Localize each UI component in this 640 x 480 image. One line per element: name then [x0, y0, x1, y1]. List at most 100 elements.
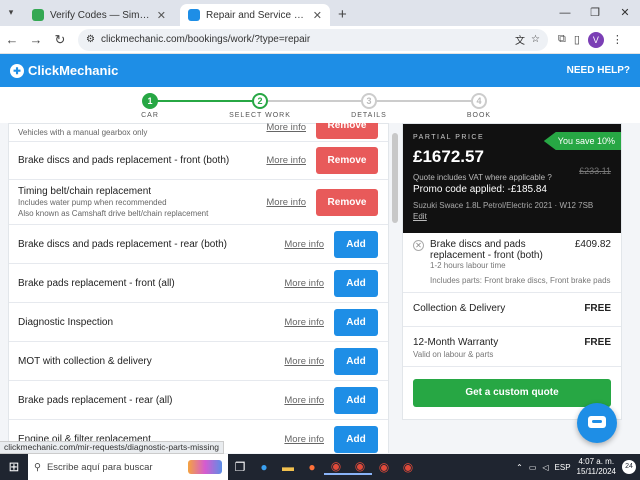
more-info-link[interactable]: More info: [284, 356, 324, 367]
item-title: Brake discs and pads replacement - front…: [430, 239, 543, 261]
translate-icon[interactable]: 文: [515, 32, 525, 47]
partial-price-box: You save 10% PARTIAL PRICE £1672.57 £233…: [403, 124, 621, 233]
windows-start-icon[interactable]: ⊞: [0, 459, 28, 475]
add-button[interactable]: Add: [334, 347, 378, 375]
taskbar-search[interactable]: ⚲ Escribe aquí para buscar: [28, 454, 228, 480]
service-title: Brake discs and pads replacement - front…: [18, 155, 230, 166]
more-info-link[interactable]: More info: [284, 317, 324, 328]
close-window-icon[interactable]: ✕: [610, 0, 640, 26]
menu-icon[interactable]: ⋮: [612, 33, 623, 46]
more-info-link[interactable]: More info: [266, 123, 306, 133]
site-info-icon[interactable]: ⚙: [86, 34, 95, 45]
services-scrollbar[interactable]: [392, 123, 398, 453]
tab-title: Repair and Service Details | Boo: [206, 9, 307, 21]
minimize-icon[interactable]: —: [550, 0, 580, 26]
step-select-work[interactable]: 2 SELECT WORK: [215, 93, 305, 119]
add-button[interactable]: Add: [334, 425, 378, 453]
firefox-icon[interactable]: ●: [300, 460, 324, 474]
file-explorer-icon[interactable]: ▬: [276, 460, 300, 474]
service-title: MOT with collection & delivery: [18, 355, 152, 367]
network-icon[interactable]: ▭: [529, 463, 537, 472]
chat-support-icon[interactable]: [577, 403, 617, 443]
new-tab-icon[interactable]: +: [330, 6, 355, 26]
close-tab-icon[interactable]: ✕: [157, 9, 166, 22]
step-car[interactable]: 1 CAR: [105, 93, 195, 119]
partial-price-value: £1672.57: [413, 147, 484, 166]
search-placeholder: Escribe aquí para buscar: [46, 461, 153, 473]
add-button[interactable]: Add: [334, 269, 378, 297]
reload-icon[interactable]: ↻: [48, 32, 72, 48]
step-label: BOOK: [466, 112, 492, 119]
chrome-icon[interactable]: ◉: [324, 459, 348, 475]
feature-subtitle: Valid on labour & parts: [413, 350, 494, 359]
more-info-link[interactable]: More info: [266, 155, 306, 166]
brand-name[interactable]: ClickMechanic: [28, 63, 118, 78]
system-tray: ⌃ ▭ ◁ ESP 4:07 a. m. 15/11/2024 24: [516, 457, 640, 477]
service-title: Timing belt/chain replacement: [18, 185, 152, 197]
clickmechanic-logo-icon[interactable]: ✚: [10, 63, 24, 78]
need-help-link[interactable]: NEED HELP?: [567, 65, 630, 76]
sidebar-icon[interactable]: ▯: [574, 33, 580, 46]
more-info-link[interactable]: More info: [284, 395, 324, 406]
clickmechanic-favicon-icon: [188, 9, 200, 21]
task-view-icon[interactable]: ❐: [228, 460, 252, 474]
labour-time: 1-2 hours labour time: [430, 261, 506, 270]
edge-icon[interactable]: ●: [252, 460, 276, 474]
url-text[interactable]: clickmechanic.com/bookings/work/?type=re…: [101, 34, 509, 45]
get-custom-quote-button[interactable]: Get a custom quote: [413, 379, 611, 407]
more-info-link[interactable]: More info: [284, 434, 324, 445]
edit-vehicle-link[interactable]: Edit: [413, 212, 611, 221]
restore-icon[interactable]: ❐: [580, 0, 610, 26]
search-highlight-icon: [188, 460, 222, 474]
service-row: Brake pads replacement - front (all) Mor…: [9, 264, 388, 303]
remove-item-icon[interactable]: ✕: [413, 240, 424, 251]
add-button[interactable]: Add: [334, 386, 378, 414]
service-row: Brake discs and pads replacement - front…: [9, 142, 388, 180]
extensions-icon[interactable]: ⧉: [558, 33, 566, 46]
tray-chevron-icon[interactable]: ⌃: [516, 463, 523, 472]
service-subtitle: Includes water pump when recommended Als…: [18, 197, 209, 218]
profile-avatar[interactable]: V: [587, 31, 604, 48]
forward-icon[interactable]: →: [24, 32, 48, 47]
promo-applied: Promo code applied: -£185.84: [413, 184, 547, 195]
chrome-alt-icon[interactable]: ◉: [372, 460, 396, 474]
service-title: Brake discs and pads replacement - rear …: [18, 238, 227, 250]
step-label: DETAILS: [351, 112, 387, 119]
add-button[interactable]: Add: [334, 230, 378, 258]
vat-text: Quote includes VAT where applicable: [413, 173, 546, 182]
price-summary-panel: You save 10% PARTIAL PRICE £1672.57 £233…: [402, 123, 622, 420]
back-icon[interactable]: ←: [0, 32, 24, 47]
bookmark-star-icon[interactable]: ☆: [531, 34, 540, 45]
more-info-link[interactable]: More info: [266, 197, 306, 208]
step-number: 3: [361, 93, 377, 109]
service-title: Diagnostic Inspection: [18, 316, 114, 328]
feature-value: FREE: [584, 303, 611, 314]
notifications-icon[interactable]: 24: [622, 460, 636, 474]
tab-repair-details[interactable]: Repair and Service Details | Boo ✕: [180, 4, 330, 26]
scrollbar-thumb[interactable]: [392, 133, 398, 223]
service-row: Diagnostic Inspection More info Add: [9, 303, 388, 342]
clock[interactable]: 4:07 a. m. 15/11/2024: [577, 457, 616, 477]
remove-button[interactable]: Remove: [316, 188, 378, 216]
help-icon[interactable]: ?: [547, 173, 551, 182]
chrome-profile-icon[interactable]: ◉: [348, 459, 372, 475]
remove-button[interactable]: Remove: [316, 123, 378, 139]
tab-list-icon[interactable]: ▾: [4, 5, 18, 19]
remove-button[interactable]: Remove: [316, 147, 378, 174]
feature-value: FREE: [584, 337, 611, 348]
volume-icon[interactable]: ◁: [542, 463, 548, 472]
address-bar-row: ← → ↻ ⚙ clickmechanic.com/bookings/work/…: [0, 26, 640, 54]
language-indicator[interactable]: ESP: [555, 463, 571, 472]
tab-verify-codes[interactable]: Verify Codes — SimplyCodes ✕: [24, 4, 174, 26]
link-status-bar: clickmechanic.com/mir-requests/diagnosti…: [0, 441, 224, 454]
simplycodes-favicon-icon: [32, 9, 44, 21]
close-tab-icon[interactable]: ✕: [313, 9, 322, 22]
omnibox[interactable]: ⚙ clickmechanic.com/bookings/work/?type=…: [78, 28, 548, 51]
more-info-link[interactable]: More info: [284, 278, 324, 289]
booking-stepper: 1 CAR 2 SELECT WORK 3 DETAILS 4 BOOK: [0, 87, 640, 123]
add-button[interactable]: Add: [334, 308, 378, 336]
search-icon: ⚲: [34, 461, 41, 473]
feature-title: 12-Month Warranty: [413, 337, 499, 348]
more-info-link[interactable]: More info: [284, 239, 324, 250]
chrome-extra-icon[interactable]: ◉: [396, 460, 420, 474]
